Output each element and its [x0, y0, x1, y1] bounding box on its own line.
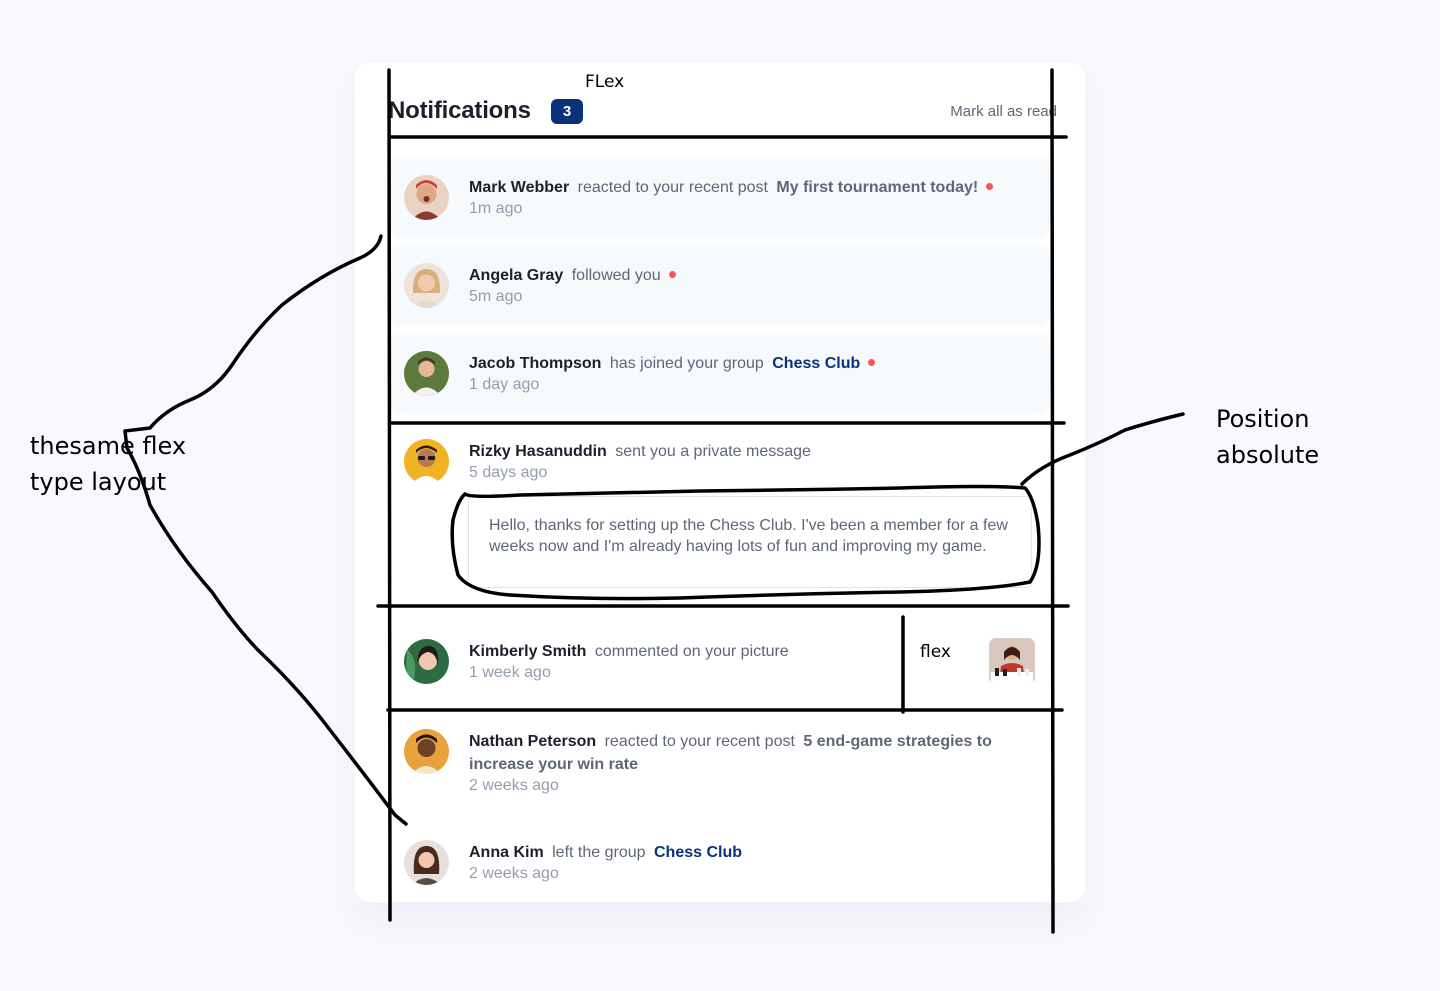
notification-text: Anna Kim left the group Chess Club: [469, 841, 1029, 864]
avatar-jacob-thompson[interactable]: [404, 351, 449, 396]
timestamp: 5m ago: [469, 288, 523, 305]
user-name[interactable]: Kimberly Smith: [469, 643, 586, 660]
user-name[interactable]: Anna Kim: [469, 844, 544, 861]
mark-all-read-button[interactable]: Mark all as read: [950, 103, 1057, 120]
notification-text: Mark Webber reacted to your recent post …: [469, 176, 1029, 199]
timestamp: 1 day ago: [469, 376, 540, 393]
action-text: sent you a private message: [615, 443, 811, 460]
action-text: left the group: [552, 844, 646, 861]
user-name[interactable]: Jacob Thompson: [469, 355, 601, 372]
action-text: has joined your group: [609, 355, 764, 372]
flex-inner-annotation: flex: [920, 642, 951, 662]
flex-annotation-label: FLex: [585, 72, 625, 92]
timestamp: 1m ago: [469, 200, 523, 217]
group-link[interactable]: Chess Club: [654, 844, 742, 861]
position-line-1: Position: [1216, 405, 1310, 433]
avatar-anna-kim[interactable]: [404, 840, 449, 885]
avatar-angela-gray[interactable]: [404, 263, 449, 308]
notification-item[interactable]: Mark Webber reacted to your recent post …: [391, 157, 1049, 237]
position-line-2: absolute: [1216, 441, 1320, 469]
notification-item[interactable]: Nathan Peterson reacted to your recent p…: [391, 711, 1049, 811]
notification-text: Jacob Thompson has joined your group Che…: [469, 352, 1029, 375]
timestamp: 2 weeks ago: [469, 777, 559, 794]
action-text: reacted to your recent post: [577, 179, 768, 196]
unread-dot: [868, 359, 876, 366]
avatar-mark-webber[interactable]: [404, 175, 449, 220]
notification-text: Nathan Peterson reacted to your recent p…: [469, 730, 1029, 776]
unread-dot: [986, 183, 994, 190]
timestamp: 2 weeks ago: [469, 865, 559, 882]
notification-text: Angela Gray followed you: [469, 264, 1029, 287]
avatar-nathan-peterson[interactable]: [404, 729, 449, 774]
action-text: reacted to your recent post: [604, 733, 795, 750]
notifications-card: Notifications 3 Mark all as read Mark We…: [355, 63, 1085, 902]
same-layout-line-1: thesame flex: [30, 432, 187, 460]
user-name[interactable]: Nathan Peterson: [469, 733, 596, 750]
chess-picture-thumbnail[interactable]: [989, 638, 1035, 684]
private-message-box[interactable]: Hello, thanks for setting up the Chess C…: [468, 496, 1032, 588]
avatar-kimberly-smith[interactable]: [404, 639, 449, 684]
notification-item[interactable]: Angela Gray followed you 5m ago: [391, 245, 1049, 325]
notification-item[interactable]: Jacob Thompson has joined your group Che…: [391, 333, 1049, 413]
group-link[interactable]: Chess Club: [772, 355, 860, 372]
notification-item[interactable]: Anna Kim left the group Chess Club 2 wee…: [391, 822, 1049, 897]
notification-text: Rizky Hasanuddin sent you a private mess…: [469, 440, 1029, 463]
action-text: followed you: [571, 267, 661, 284]
user-name[interactable]: Rizky Hasanuddin: [469, 443, 607, 460]
action-text: commented on your picture: [594, 643, 789, 660]
timestamp: 5 days ago: [469, 464, 548, 481]
page-title: Notifications: [388, 97, 531, 124]
unread-count-badge: 3: [551, 99, 583, 124]
position-absolute-annotation: Position absolute: [1216, 401, 1319, 473]
same-layout-line-2: type layout: [30, 468, 167, 496]
unread-dot: [668, 271, 676, 278]
post-link[interactable]: My first tournament today!: [776, 179, 978, 196]
avatar-rizky-hasanuddin[interactable]: [404, 439, 449, 484]
timestamp: 1 week ago: [469, 664, 551, 681]
same-layout-annotation: thesame flex type layout: [30, 428, 186, 500]
user-name[interactable]: Mark Webber: [469, 179, 569, 196]
notifications-header: Notifications 3 Mark all as read: [355, 63, 1085, 138]
user-name[interactable]: Angela Gray: [469, 267, 563, 284]
